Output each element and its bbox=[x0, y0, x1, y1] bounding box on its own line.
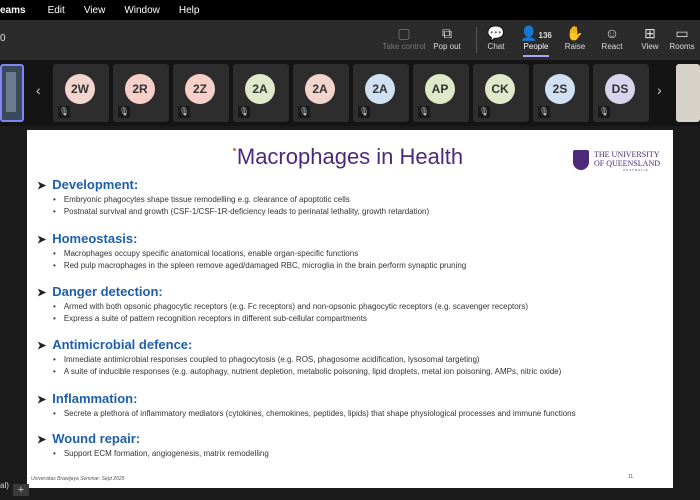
video-tile[interactable] bbox=[676, 64, 700, 122]
add-icon[interactable]: + bbox=[13, 484, 29, 496]
avatar: 2Z bbox=[185, 74, 215, 104]
section-inflammation: ➤ Inflammation: Secrete a plethora of inf… bbox=[37, 391, 576, 418]
mic-muted-icon: 🎙 bbox=[478, 106, 490, 118]
bullet-item: Immediate antimicrobial responses couple… bbox=[53, 355, 561, 364]
chevron-right-icon: ➤ bbox=[37, 434, 47, 446]
avatar: 2W bbox=[65, 74, 95, 104]
section-heading: Danger detection: bbox=[52, 284, 163, 299]
rooms-button[interactable]: ▭ Rooms bbox=[664, 24, 700, 51]
avatar: DS bbox=[605, 74, 635, 104]
bullet-item: Armed with both opsonic phagocytic recep… bbox=[53, 302, 528, 311]
take-control-icon: ▢ bbox=[397, 25, 411, 41]
avatar: 2A bbox=[245, 74, 275, 104]
participant-tile[interactable]: 2A 🎙 bbox=[353, 64, 409, 122]
university-logo: THE UNIVERSITY OF QUEENSLAND AUSTRALIA bbox=[573, 150, 663, 174]
bullet-item: Red pulp macrophages in the spleen remov… bbox=[53, 261, 466, 270]
crest-icon bbox=[573, 150, 589, 170]
rooms-icon: ▭ bbox=[675, 25, 689, 41]
menu-bar: eams Edit View Window Help bbox=[0, 0, 700, 20]
pop-out-icon: ⧉ bbox=[442, 25, 452, 41]
avatar: 2A bbox=[305, 74, 335, 104]
chevron-right-icon: ➤ bbox=[37, 340, 47, 352]
avatar: CK bbox=[485, 74, 515, 104]
participant-tile[interactable]: DS 🎙 bbox=[593, 64, 649, 122]
section-heading: Inflammation: bbox=[52, 391, 138, 406]
shared-slide: Macrophages in Health THE UNIVERSITY OF … bbox=[27, 130, 673, 488]
section-heading: Development: bbox=[52, 177, 139, 192]
mic-muted-icon: 🎙 bbox=[418, 106, 430, 118]
slide-footer: Universitas Brawijaya Seminar: Sept 2025 bbox=[31, 476, 125, 482]
avatar: 2S bbox=[545, 74, 575, 104]
bullet-item: Macrophages occupy specific anatomical l… bbox=[53, 249, 466, 258]
bullet-item: Postnatal survival and growth (CSF-1/CSF… bbox=[53, 207, 429, 216]
participant-strip: ‹ 2W 🎙 2R 🎙 2Z 🎙 2A 🎙 2A 🎙 2A 🎙 AP 🎙 CK … bbox=[0, 60, 700, 126]
menu-window[interactable]: Window bbox=[124, 5, 160, 16]
section-development: ➤ Development: Embryonic phagocytes shape… bbox=[37, 177, 429, 216]
participant-tile[interactable]: AP 🎙 bbox=[413, 64, 469, 122]
chevron-right-icon: ➤ bbox=[37, 394, 47, 406]
chevron-right-icon: ➤ bbox=[37, 234, 47, 246]
mic-muted-icon: 🎙 bbox=[58, 106, 70, 118]
section-heading: Antimicrobial defence: bbox=[52, 337, 193, 352]
app-name[interactable]: eams bbox=[0, 5, 26, 16]
self-video-tile[interactable] bbox=[0, 64, 24, 122]
mic-muted-icon: 🎙 bbox=[598, 106, 610, 118]
avatar: 2A bbox=[365, 74, 395, 104]
menu-edit[interactable]: Edit bbox=[48, 5, 65, 16]
avatar: AP bbox=[425, 74, 455, 104]
toolbar-divider bbox=[476, 27, 477, 53]
participant-tile[interactable]: 2Z 🎙 bbox=[173, 64, 229, 122]
chevron-right-icon[interactable]: › bbox=[657, 82, 662, 98]
take-control-button[interactable]: ▢ Take control bbox=[381, 24, 427, 51]
participant-tile[interactable]: 2A 🎙 bbox=[233, 64, 289, 122]
mic-muted-icon: 🎙 bbox=[118, 106, 130, 118]
chevron-right-icon: ➤ bbox=[37, 287, 47, 299]
avatar: 2R bbox=[125, 74, 155, 104]
mic-muted-icon: 🎙 bbox=[238, 106, 250, 118]
pop-out-button[interactable]: ⧉ Pop out bbox=[424, 24, 470, 51]
mic-muted-icon: 🎙 bbox=[178, 106, 190, 118]
section-wound-repair: ➤ Wound repair: Support ECM formation, an… bbox=[37, 431, 269, 458]
bullet-item: Support ECM formation, angiogenesis, mat… bbox=[53, 449, 269, 458]
participant-tile[interactable]: 2R 🎙 bbox=[113, 64, 169, 122]
slide-page-number: 11 bbox=[628, 474, 634, 480]
menu-help[interactable]: Help bbox=[179, 5, 200, 16]
participant-tile[interactable]: CK 🎙 bbox=[473, 64, 529, 122]
participant-tile[interactable]: 2A 🎙 bbox=[293, 64, 349, 122]
section-heading: Wound repair: bbox=[52, 431, 141, 446]
bullet-item: Embryonic phagocytes shape tissue remode… bbox=[53, 195, 429, 204]
participant-tile[interactable]: 2W 🎙 bbox=[53, 64, 109, 122]
pointer-dot bbox=[233, 148, 236, 151]
mic-muted-icon: 🎙 bbox=[298, 106, 310, 118]
bottom-left-label: al) bbox=[0, 481, 9, 490]
people-count: 136 bbox=[538, 31, 552, 40]
bullet-item: A suite of inducible responses (e.g. aut… bbox=[53, 367, 561, 376]
bullet-item: Express a suite of pattern recognition r… bbox=[53, 314, 528, 323]
mic-muted-icon: 🎙 bbox=[538, 106, 550, 118]
participant-tile[interactable]: 2S 🎙 bbox=[533, 64, 589, 122]
menu-view[interactable]: View bbox=[84, 5, 106, 16]
section-danger-detection: ➤ Danger detection: Armed with both opson… bbox=[37, 284, 528, 323]
meeting-timer: 0 bbox=[0, 33, 6, 44]
bullet-item: Secrete a plethora of inflammatory media… bbox=[53, 409, 576, 418]
section-homeostasis: ➤ Homeostasis: Macrophages occupy specifi… bbox=[37, 231, 466, 270]
mic-muted-icon: 🎙 bbox=[358, 106, 370, 118]
chevron-left-icon[interactable]: ‹ bbox=[36, 82, 41, 98]
section-heading: Homeostasis: bbox=[52, 231, 138, 246]
section-antimicrobial-defence: ➤ Antimicrobial defence: Immediate antimi… bbox=[37, 337, 561, 376]
meeting-toolbar: 0 ▢ Take control ⧉ Pop out 💬 Chat 👤136 P… bbox=[0, 20, 700, 60]
chevron-right-icon: ➤ bbox=[37, 180, 47, 192]
